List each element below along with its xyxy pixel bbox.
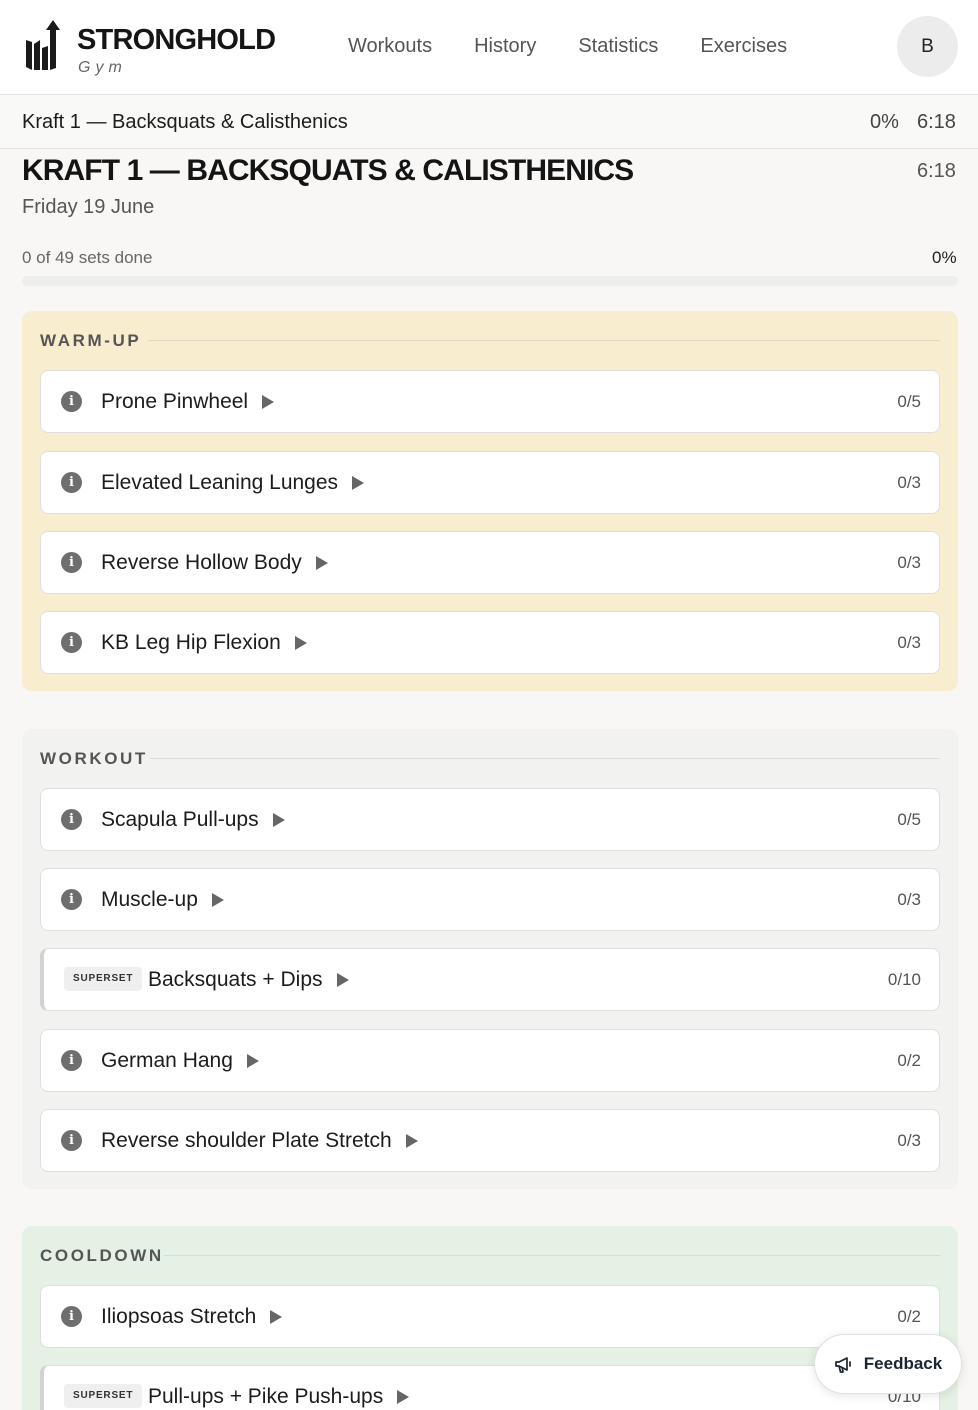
exercise-set-count: 0/5 [897,810,921,829]
exercise-name: Elevated Leaning Lunges [101,471,365,495]
play-icon[interactable] [272,813,285,827]
exercise-card[interactable]: i Reverse shoulder Plate Stretch 0/3 [40,1109,940,1172]
play-icon[interactable] [211,893,224,907]
superset-card[interactable]: SUPERSET Pull-ups + Pike Push-ups 0/10 [40,1365,940,1410]
exercise-set-count: 0/5 [897,392,921,411]
play-icon[interactable] [270,1310,283,1324]
sticky-workout-title: Kraft 1 — Backsquats & Calisthenics [22,111,348,133]
sticky-progress-percent: 0% [870,111,899,133]
exercise-set-count: 0/3 [897,1131,921,1150]
info-icon[interactable]: i [61,809,82,830]
sticky-timer: 6:18 [917,111,956,133]
exercise-card[interactable]: i Reverse Hollow Body 0/3 [40,531,940,594]
exercise-card[interactable]: i Iliopsoas Stretch 0/2 [40,1285,940,1348]
nav-exercises[interactable]: Exercises [700,35,787,58]
info-icon[interactable]: i [61,889,82,910]
megaphone-icon [834,1357,851,1373]
sets-progress-text: 0 of 49 sets done [22,248,153,267]
progress-percent: 0% [932,248,957,267]
exercise-card[interactable]: i German Hang 0/2 [40,1029,940,1092]
user-avatar[interactable]: B [897,16,958,77]
exercise-set-count: 0/3 [897,553,921,572]
workout-date: Friday 19 June [22,196,155,218]
workout-timer: 6:18 [917,160,956,182]
exercise-name: Pull-ups + Pike Push-ups [148,1385,410,1409]
play-icon[interactable] [352,476,365,490]
exercise-name: Iliopsoas Stretch [101,1305,283,1329]
stronghold-logo-icon[interactable] [24,20,64,72]
info-icon[interactable]: i [61,1050,82,1071]
superset-badge: SUPERSET [64,967,143,991]
exercise-set-count: 0/2 [897,1307,921,1326]
exercise-card[interactable]: i Prone Pinwheel 0/5 [40,370,940,433]
page-title: KRAFT 1 — BACKSQUATS & CALISTHENICS [22,154,634,187]
section-workout: WORKOUT i Scapula Pull-ups 0/5 i Muscle-… [22,729,958,1189]
play-icon[interactable] [294,636,307,650]
brand-name: STRONGHOLD [77,24,276,56]
exercise-name: Muscle-up [101,888,224,912]
info-icon[interactable]: i [61,391,82,412]
section-label: COOLDOWN [40,1246,178,1266]
exercise-name: KB Leg Hip Flexion [101,631,307,655]
play-icon[interactable] [397,1390,410,1404]
exercise-name: German Hang [101,1049,259,1073]
superset-card[interactable]: SUPERSET Backsquats + Dips 0/10 [40,948,940,1011]
play-icon[interactable] [262,395,275,409]
nav-history[interactable]: History [474,35,536,58]
superset-badge: SUPERSET [64,1384,143,1408]
progress-bar [22,276,958,286]
exercise-name: Reverse shoulder Plate Stretch [101,1129,418,1153]
exercise-card[interactable]: i Muscle-up 0/3 [40,868,940,931]
play-icon[interactable] [405,1134,418,1148]
info-icon[interactable]: i [61,632,82,653]
exercise-card[interactable]: i Scapula Pull-ups 0/5 [40,788,940,851]
section-divider [148,340,940,341]
exercise-set-count: 0/3 [897,890,921,909]
play-icon[interactable] [336,973,349,987]
section-label: WORKOUT [40,749,162,769]
play-icon[interactable] [246,1054,259,1068]
info-icon[interactable]: i [61,1130,82,1151]
info-icon[interactable]: i [61,552,82,573]
section-divider [150,758,940,759]
info-icon[interactable]: i [61,472,82,493]
top-header: STRONGHOLD Gym Workouts History Statisti… [0,0,978,95]
main-nav: Workouts History Statistics Exercises [348,35,787,58]
exercise-card[interactable]: i KB Leg Hip Flexion 0/3 [40,611,940,674]
exercise-card[interactable]: i Elevated Leaning Lunges 0/3 [40,451,940,514]
exercise-set-count: 0/2 [897,1051,921,1070]
brand-subtitle: Gym [78,59,127,76]
feedback-label: Feedback [863,1354,943,1373]
exercise-name: Scapula Pull-ups [101,808,285,832]
exercise-set-count: 0/3 [897,633,921,652]
exercise-name: Reverse Hollow Body [101,551,328,575]
nav-statistics[interactable]: Statistics [578,35,658,58]
section-warmup: WARM-UP i Prone Pinwheel 0/5 i Elevated … [22,311,958,691]
play-icon[interactable] [315,556,328,570]
section-divider [164,1255,940,1256]
exercise-set-count: 0/10 [887,970,921,989]
section-cooldown: COOLDOWN i Iliopsoas Stretch 0/2 SUPERSE… [22,1226,958,1410]
nav-workouts[interactable]: Workouts [348,35,432,58]
exercise-name: Prone Pinwheel [101,390,275,414]
feedback-button[interactable]: Feedback [814,1334,962,1394]
workout-sticky-bar: Kraft 1 — Backsquats & Calisthenics 0% 6… [0,95,978,149]
exercise-set-count: 0/3 [897,473,921,492]
exercise-name: Backsquats + Dips [148,968,349,992]
section-label: WARM-UP [40,331,156,351]
info-icon[interactable]: i [61,1306,82,1327]
